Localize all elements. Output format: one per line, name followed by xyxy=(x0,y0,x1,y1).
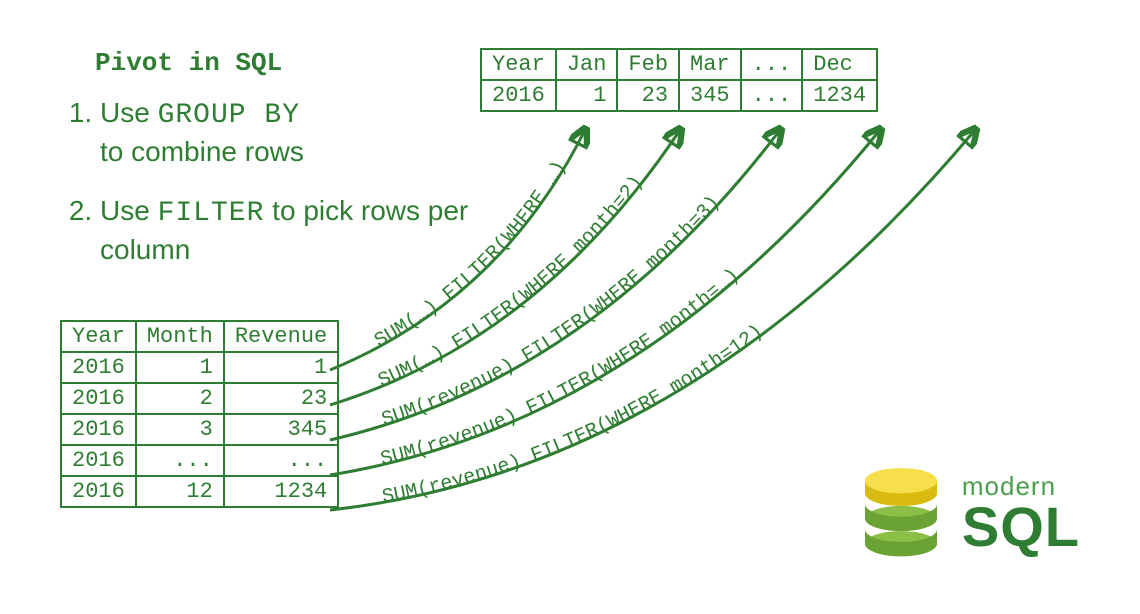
pivot-row: 2016 1 23 345 ... 1234 xyxy=(481,80,877,111)
step-1-post: to combine rows xyxy=(100,136,304,167)
src-row: 2016...... xyxy=(61,445,338,476)
database-icon xyxy=(856,464,946,564)
pivot-table: Year Jan Feb Mar ... Dec 2016 1 23 345 .… xyxy=(480,48,878,112)
step-1-pre: Use xyxy=(100,97,158,128)
step-2-keyword: FILTER xyxy=(158,198,265,229)
src-h-revenue: Revenue xyxy=(224,321,338,352)
modern-sql-logo: modern SQL xyxy=(856,464,1080,564)
dst-h-dec: Dec xyxy=(802,49,877,80)
diagram-title: Pivot in SQL xyxy=(95,48,282,78)
dst-h-jan: Jan xyxy=(556,49,618,80)
step-1-keyword: GROUP BY xyxy=(158,100,300,131)
dst-h-feb: Feb xyxy=(617,49,679,80)
dst-h-mar: Mar xyxy=(679,49,741,80)
src-row: 2016121234 xyxy=(61,476,338,507)
source-header-row: Year Month Revenue xyxy=(61,321,338,352)
step-2-pre: Use xyxy=(100,195,158,226)
src-row: 2016223 xyxy=(61,383,338,414)
dst-h-year: Year xyxy=(481,49,556,80)
source-table: Year Month Revenue 201611 2016223 201633… xyxy=(60,320,339,508)
step-2: Use FILTER to pick rows per column xyxy=(100,193,500,269)
steps-list: Use GROUP BY to combine rows Use FILTER … xyxy=(60,95,500,291)
arrow-4-label: SUM(revenue) FILTER(WHERE month=…) xyxy=(378,264,744,471)
pivot-header-row: Year Jan Feb Mar ... Dec xyxy=(481,49,877,80)
src-h-month: Month xyxy=(136,321,224,352)
step-1: Use GROUP BY to combine rows xyxy=(100,95,500,171)
dst-h-ell: ... xyxy=(741,49,803,80)
src-row: 20163345 xyxy=(61,414,338,445)
logo-text-bottom: SQL xyxy=(962,499,1080,555)
src-row: 201611 xyxy=(61,352,338,383)
arrow-5-label: SUM(revenue) FILTER(WHERE month=12) xyxy=(380,320,768,509)
src-h-year: Year xyxy=(61,321,136,352)
